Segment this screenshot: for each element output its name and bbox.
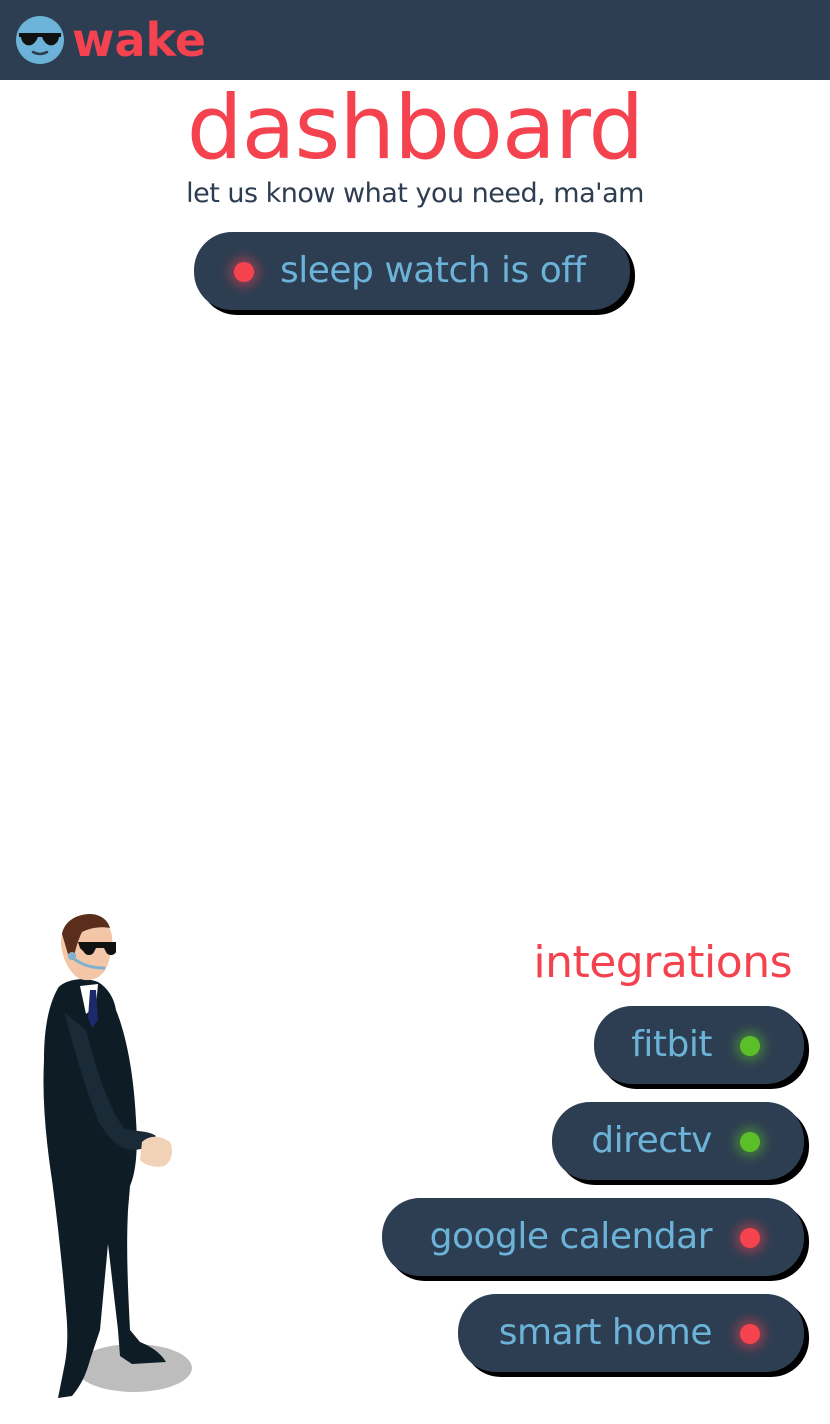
integration-label: directv [591,1120,712,1161]
sleep-watch-status-dot [234,262,254,282]
integration-fitbit-button[interactable]: fitbit [594,1006,804,1084]
integration-directv-button[interactable]: directv [552,1102,804,1180]
brand-logo-text[interactable]: wake [72,10,206,70]
sleep-watch-toggle-button[interactable]: sleep watch is off [194,232,630,310]
integration-status-dot [740,1132,760,1152]
integration-status-dot [740,1228,760,1248]
integration-google-calendar-button[interactable]: google calendar [382,1198,804,1276]
page-subtitle: let us know what you need, ma'am [186,178,644,209]
integration-smart-home-button[interactable]: smart home [458,1294,804,1372]
integration-status-dot [740,1324,760,1344]
sunglasses-face-icon[interactable] [16,16,64,64]
integrations-heading: integrations [533,937,792,988]
integration-label: google calendar [429,1216,713,1257]
top-navbar: wake [0,0,830,80]
integration-status-dot [740,1036,760,1056]
bodyguard-agent-illustration [43,914,192,1398]
sleep-watch-label: sleep watch is off [280,250,586,291]
integration-label: fitbit [631,1024,712,1065]
integration-label: smart home [498,1312,713,1353]
page-title: dashboard [186,76,645,179]
